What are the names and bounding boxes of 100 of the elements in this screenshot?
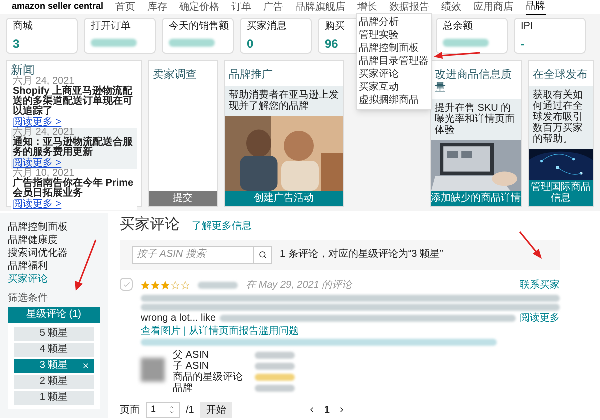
metric-value: 0 — [247, 37, 254, 51]
star-option[interactable]: 2 颗星 — [14, 375, 94, 389]
nav-tab[interactable]: 应用商店 — [474, 0, 514, 14]
news-item[interactable]: 六月 10, 2021 广告指南告你在今年 Prime 会员日拓展业务 阅读更多 > — [11, 169, 137, 210]
metric-label: IPI — [521, 21, 534, 33]
review-links[interactable]: 查看图片 | 从详情页面报告滥用问题 — [141, 326, 560, 337]
blurred-text — [91, 39, 137, 47]
nav-tab[interactable]: 库存 — [148, 0, 168, 14]
sidebar-item[interactable]: 品牌健康度 — [8, 234, 100, 247]
page-title: 买家评论 — [120, 216, 180, 234]
read-more-link[interactable]: 阅读更多 > — [13, 117, 62, 128]
metric-card[interactable]: 打开订单 — [84, 18, 156, 54]
search-icon[interactable] — [258, 250, 266, 259]
stepper-icon[interactable] — [169, 405, 175, 415]
nav-tab[interactable]: 品牌 — [526, 0, 546, 15]
card-description: 提升在售 SKU 的曝光率和详情页面体验 — [431, 99, 521, 140]
metric-card[interactable]: 商城 3 — [6, 18, 78, 54]
blurred-text — [255, 374, 295, 381]
menu-item[interactable]: 品牌目录管理器 — [357, 55, 431, 68]
submit-button[interactable]: 提交 — [149, 191, 217, 206]
star-option[interactable]: 4 颗星 — [14, 343, 94, 357]
review-date: 在 May 29, 2021 的评论 — [246, 279, 352, 293]
card-title: 品牌推广 — [228, 68, 274, 83]
checkbox[interactable] — [120, 278, 133, 291]
star-option[interactable]: 5 颗星 — [14, 327, 94, 341]
blurred-text — [443, 39, 489, 47]
nav-tab[interactable]: 订单 — [232, 0, 252, 14]
nav-tab[interactable]: 首页 — [116, 0, 136, 14]
page-total: /1 — [186, 404, 194, 418]
go-button[interactable]: 开始 — [200, 402, 232, 418]
card-description: 获取有关如何通过在全球发布吸引数百万买家的帮助。 — [529, 86, 593, 149]
card-action-button[interactable]: 创建广告活动 — [225, 191, 343, 206]
learn-more-link[interactable]: 了解更多信息 — [192, 220, 252, 234]
card-title: 在全球发布 — [532, 68, 589, 83]
card-title: 改进商品信息质量 — [434, 68, 513, 96]
page-number-field[interactable]: 1 — [146, 402, 180, 418]
page-label: 页面 — [120, 404, 140, 418]
field-label: 子 ASIN — [173, 361, 210, 372]
page-number[interactable]: 1 — [324, 402, 330, 418]
blurred-text — [255, 385, 295, 392]
product-thumbnail — [141, 358, 165, 382]
read-more-link[interactable]: 阅读更多 > — [13, 199, 62, 210]
metric-label: 买家消息 — [247, 21, 287, 33]
annotation-arrow — [519, 232, 542, 259]
metric-value: - — [521, 37, 525, 51]
filter-label: 筛选条件 — [8, 292, 49, 305]
search-button[interactable] — [254, 246, 272, 264]
sidebar-item[interactable]: 搜索词优化器 — [8, 247, 100, 260]
check-icon[interactable] — [122, 280, 130, 288]
news-headline: 广告指南告你在今年 Prime 会员日拓展业务 — [13, 179, 135, 199]
news-headline: Shopify 上商亚马逊物流配送的多渠道配送订单现在可以追踪了 — [13, 87, 134, 117]
metric-card[interactable]: IPI - — [514, 18, 586, 54]
star-rating-filter-button[interactable]: 星级评论 (1) — [8, 307, 100, 323]
metric-card[interactable]: 总余额 — [436, 18, 508, 54]
metric-label: 总余额 — [443, 21, 473, 33]
menu-item[interactable]: 虚拟捆绑商品 — [357, 94, 431, 107]
asin-search-field[interactable]: 按子 ASIN 搜索 — [132, 246, 254, 264]
blurred-text — [198, 282, 238, 289]
card-description: 帮助消费者在亚马逊上发现并了解您的品牌 — [225, 86, 343, 116]
menu-item[interactable]: 买家互动 — [357, 81, 431, 94]
read-more-link[interactable]: 阅读更多 — [520, 313, 560, 324]
clear-icon[interactable] — [82, 362, 90, 370]
metric-label: 打开订单 — [91, 21, 131, 33]
metric-card[interactable]: 今天的销售额 — [162, 18, 234, 54]
metric-label: 商城 — [13, 21, 33, 33]
results-summary: 1 条评论，对应的星级评论为“3 颗星” — [280, 248, 444, 262]
nav-tab[interactable]: 数据报告 — [390, 0, 430, 14]
news-date: 六月 24, 2021 — [13, 77, 75, 87]
nav-tab[interactable]: 增长 — [358, 0, 378, 14]
news-item[interactable]: 六月 24, 2021 通知：亚马逊物流配送合服务的服务费用更新 阅读更多 > — [11, 128, 137, 169]
annotation-arrow — [434, 52, 480, 59]
card-action-button[interactable]: 管理国际商品信息 — [529, 180, 593, 206]
star-icon — [181, 281, 190, 290]
read-more-link[interactable]: 阅读更多 > — [13, 158, 62, 169]
metric-card[interactable]: 买家消息 0 — [240, 18, 312, 54]
sidebar-item[interactable]: 品牌福利 — [8, 260, 100, 273]
metric-label: 购买 — [325, 21, 345, 33]
field-label: 商品的星级评论 — [173, 372, 243, 383]
field-label: 品牌 — [173, 383, 194, 394]
news-headline: 通知：亚马逊物流配送合服务的服务费用更新 — [13, 138, 134, 158]
sidebar-item[interactable]: 买家评论 — [8, 273, 100, 286]
star-icon — [161, 281, 170, 290]
blurred-text — [255, 352, 295, 359]
nav-tab[interactable]: 广告 — [264, 0, 284, 14]
nav-tab[interactable]: 品牌旗舰店 — [296, 0, 346, 14]
card-action-button[interactable]: 添加缺少的商品详情 — [431, 191, 521, 206]
sidebar-item[interactable]: 品牌控制面板 — [8, 221, 100, 234]
metric-label: 今天的销售额 — [169, 21, 229, 33]
star-option[interactable]: 3 颗星 — [14, 359, 94, 373]
contact-buyer-link[interactable]: 联系买家 — [520, 278, 560, 293]
annotation-arrow — [75, 240, 97, 291]
menu-item[interactable]: 买家评论 — [357, 68, 431, 81]
logo: amazon seller central — [12, 0, 104, 14]
blurred-text — [169, 39, 215, 47]
nav-tab[interactable]: 绩效 — [442, 0, 462, 14]
card-title: 卖家调查 — [152, 68, 198, 83]
blurred-text — [255, 363, 295, 370]
star-icon — [141, 281, 150, 290]
star-option[interactable]: 1 颗星 — [14, 391, 94, 405]
nav-tab[interactable]: 确定价格 — [180, 0, 220, 14]
